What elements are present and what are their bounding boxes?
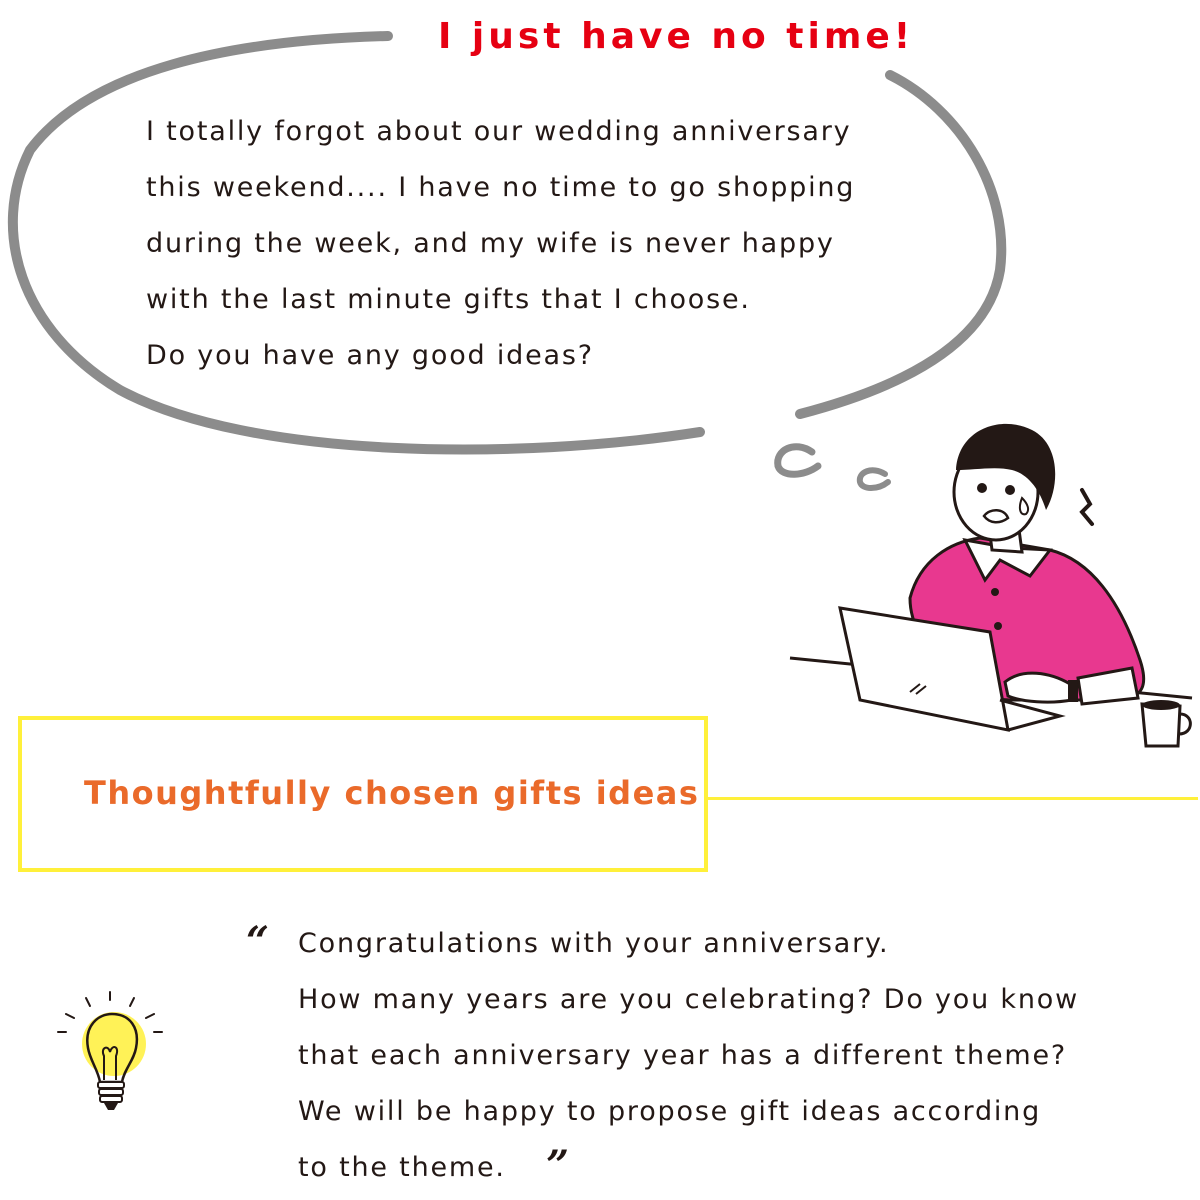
reply-line: that each anniversary year has a differe… — [298, 1040, 1068, 1071]
complaint-text: I totally forgot about our wedding anniv… — [146, 104, 946, 384]
complaint-line: Do you have any good ideas? — [146, 340, 594, 371]
reply-text: Congratulations with your anniversary. H… — [298, 916, 1178, 1196]
close-quote-mark: ” — [546, 1142, 570, 1189]
open-quote-mark: “ — [246, 918, 270, 965]
reply-line: Congratulations with your anniversary. — [298, 928, 890, 959]
lightbulb-icon — [57, 991, 163, 1110]
complaint-line: I totally forgot about our wedding anniv… — [146, 116, 852, 147]
complaint-line: with the last minute gifts that I choose… — [146, 284, 751, 315]
section-divider-line — [706, 797, 1198, 800]
complaint-line: this weekend.... I have no time to go sh… — [146, 172, 856, 203]
reply-line: We will be happy to propose gift ideas a… — [298, 1096, 1042, 1127]
worried-man-illustration — [789, 423, 1193, 748]
reply-line: to the theme. — [298, 1152, 506, 1183]
headline: I just have no time! — [432, 16, 921, 57]
reply-line: How many years are you celebrating? Do y… — [298, 984, 1079, 1015]
section-title: Thoughtfully chosen gifts ideas — [84, 774, 700, 812]
complaint-line: during the week, and my wife is never ha… — [146, 228, 835, 259]
